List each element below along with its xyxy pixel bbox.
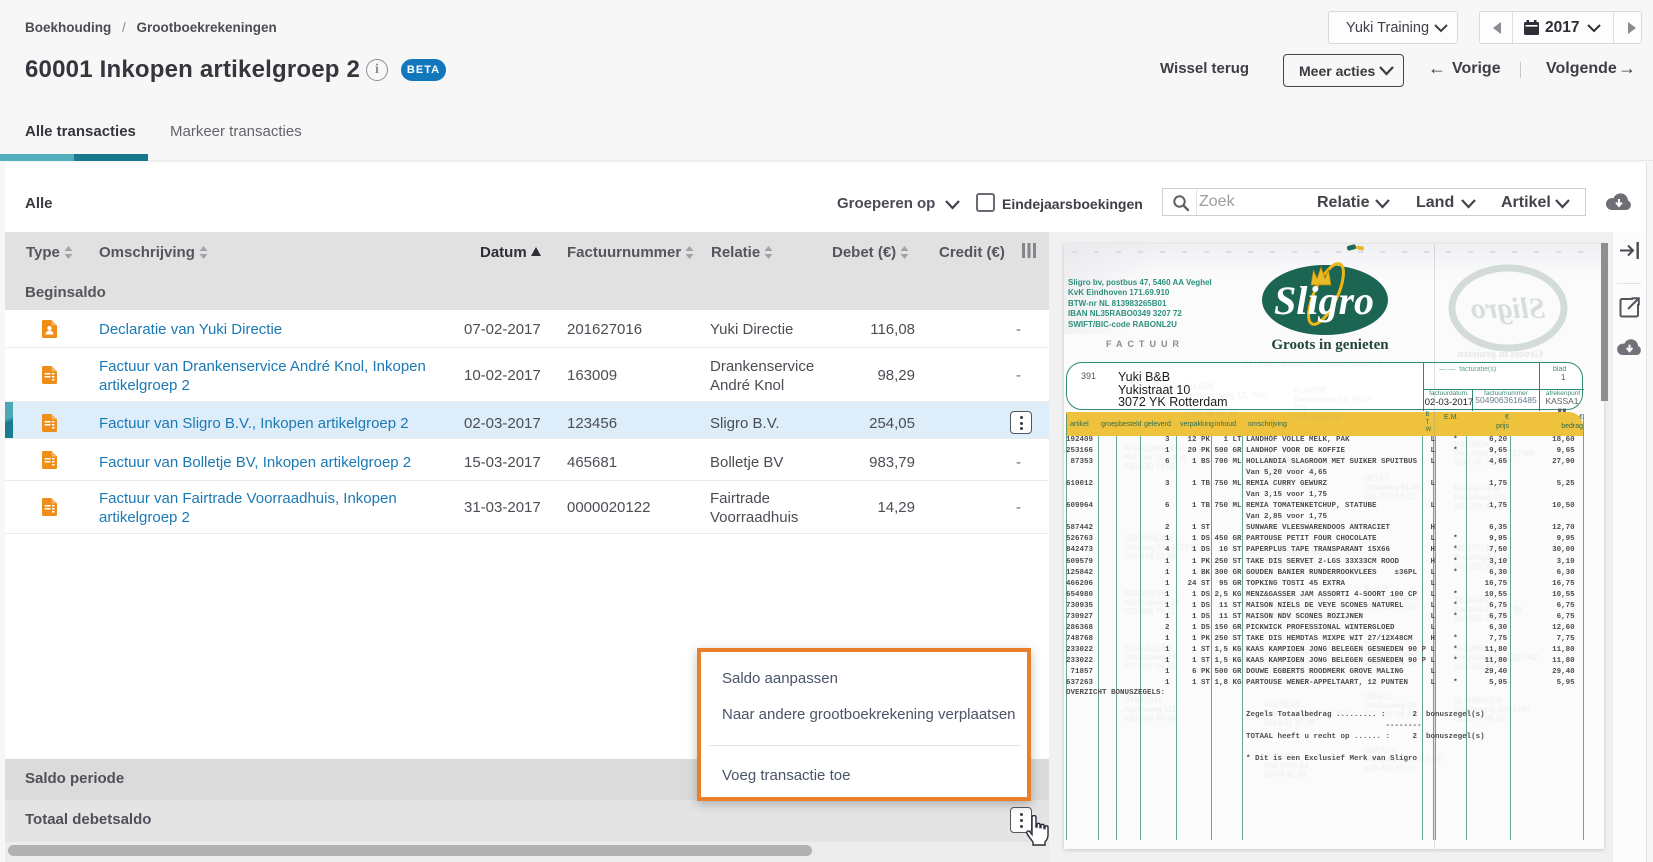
svg-text:Sligro: Sligro — [1470, 292, 1545, 325]
svg-text:Sligro: Sligro — [1274, 278, 1374, 323]
